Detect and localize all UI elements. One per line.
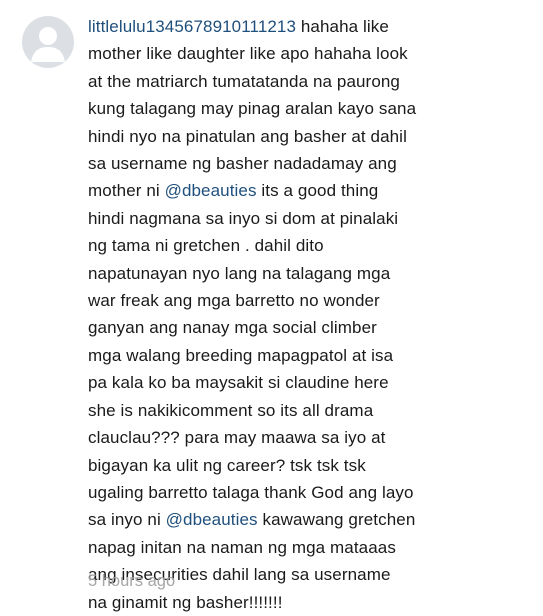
comment-text-segment: hahaha like mother like daughter like ap… xyxy=(88,17,417,201)
comment-timestamp: 5 hours ago xyxy=(88,572,176,590)
comment-body: littlelulu1345678910111213 hahaha like m… xyxy=(88,13,528,616)
user-silhouette-icon xyxy=(31,27,65,62)
default-user-avatar-icon[interactable] xyxy=(22,16,74,68)
comment-item: littlelulu1345678910111213 hahaha like m… xyxy=(0,0,543,612)
comment-text-segment: its a good thing hindi nagmana sa inyo s… xyxy=(88,181,414,530)
mention-link-dbeauties[interactable]: @dbeauties xyxy=(165,181,257,200)
comment-username-link[interactable]: littlelulu1345678910111213 xyxy=(88,17,296,36)
mention-link-dbeauties[interactable]: @dbeauties xyxy=(166,510,258,529)
comment-text: littlelulu1345678910111213 hahaha like m… xyxy=(88,13,528,616)
